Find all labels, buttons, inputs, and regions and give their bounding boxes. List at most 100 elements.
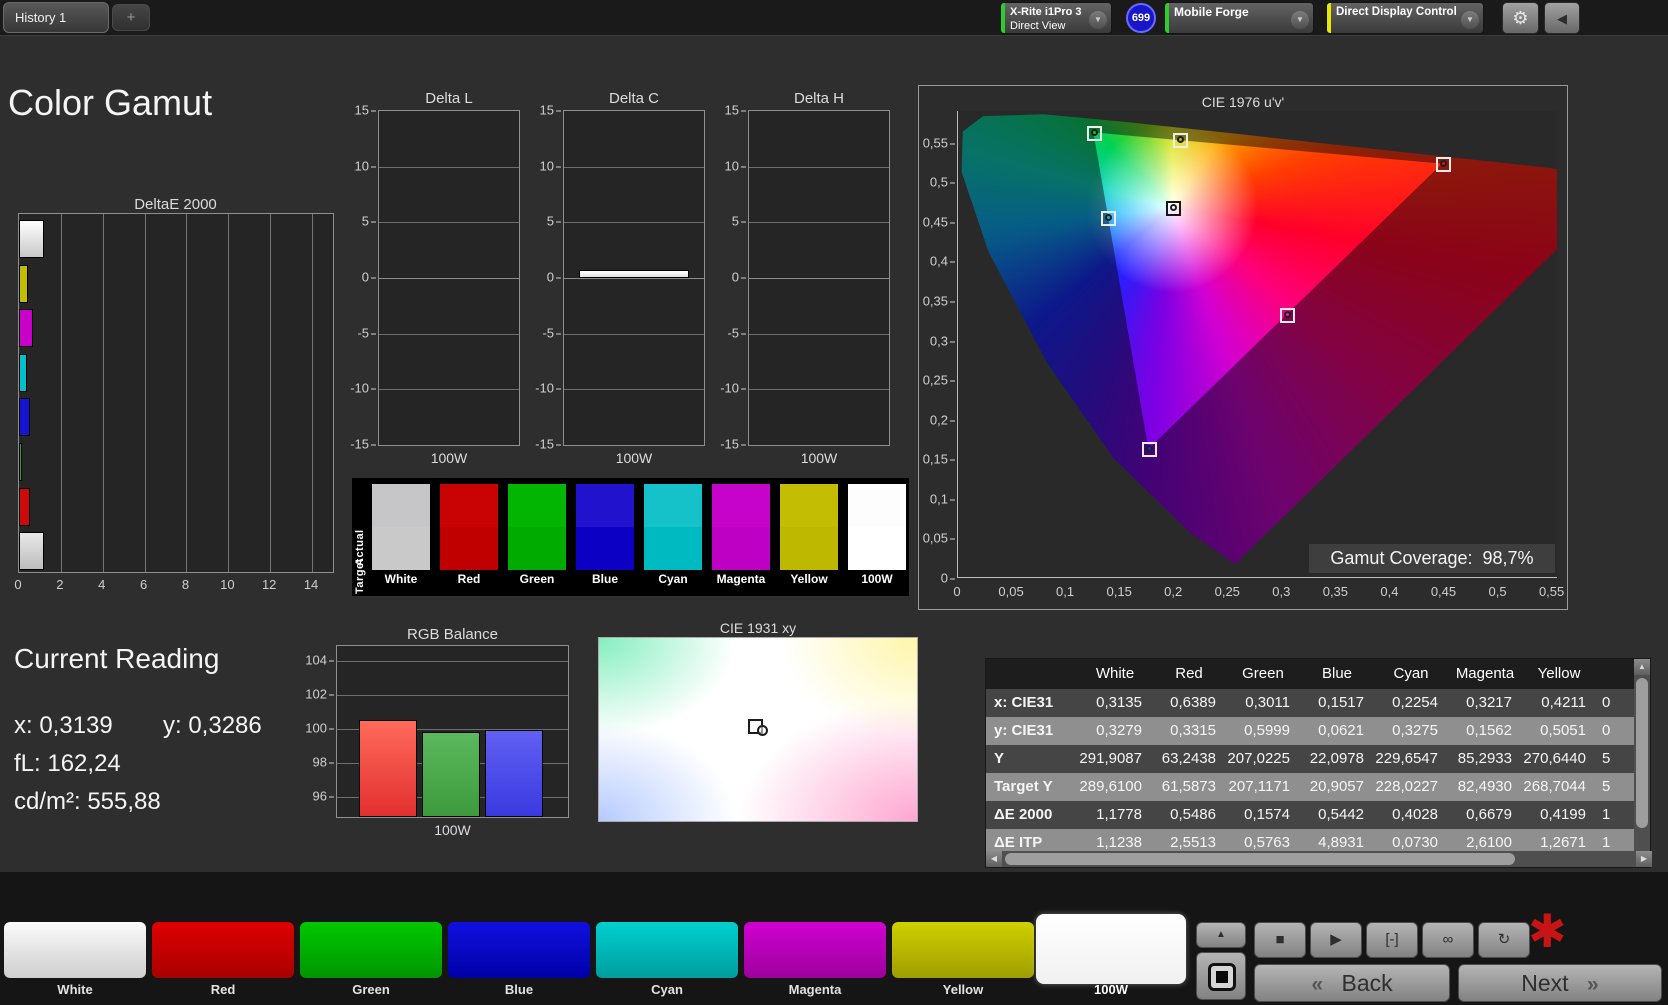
y-tick-label: 0,35	[921, 293, 955, 308]
collapse-panel-button[interactable]: ◀	[1544, 2, 1580, 34]
pattern-button-blue[interactable]	[448, 922, 590, 978]
table-horizontal-scrollbar[interactable]: ◀ ▶	[986, 851, 1652, 867]
table-row: ΔE 2000 1,1778 0,5486 0,1574 0,5442 0,4028 0,6…	[986, 801, 1636, 829]
play-button[interactable]: ▶	[1310, 922, 1362, 958]
delta-bar-100w	[579, 269, 689, 278]
meter-dropdown[interactable]: X-Rite i1Pro 3 Direct View ▼	[1000, 2, 1112, 34]
pattern-button-red[interactable]	[152, 922, 294, 978]
refresh-button[interactable]: ↻	[1478, 922, 1530, 958]
y-tick-label: 0,25	[921, 373, 955, 388]
x-tick-label: 0,45	[1430, 584, 1457, 599]
swatch-label: Red	[457, 572, 481, 586]
loop-button[interactable]: ∞	[1422, 922, 1474, 958]
y-tick-label: 102	[300, 687, 334, 702]
y-tick-label: 15	[527, 103, 561, 118]
back-button[interactable]: « Back	[1254, 964, 1450, 1002]
pattern-button-100w[interactable]	[1036, 914, 1186, 984]
y-tick-label: 100	[300, 720, 334, 735]
horizontal-scroll-thumb[interactable]	[1005, 853, 1515, 865]
workflow-dropdown[interactable]: Direct Display Control ▼	[1326, 2, 1484, 34]
pattern-button-green[interactable]	[300, 922, 442, 978]
pattern-button-white[interactable]	[4, 922, 146, 978]
table-vertical-scrollbar[interactable]: ▲	[1634, 659, 1650, 853]
gridline	[60, 214, 62, 572]
table-cell: 0,4028	[1392, 806, 1438, 823]
deltae-bar-white	[19, 220, 44, 258]
collapse-icon: ◀	[1557, 11, 1567, 26]
cie1931-point-circle	[756, 724, 768, 736]
column-header: Blue	[1321, 665, 1353, 682]
gridline	[564, 389, 704, 391]
table-cell: 207,0225	[1227, 750, 1290, 767]
gear-icon: ⚙	[1512, 8, 1529, 28]
table-cell: 0,1562	[1466, 722, 1512, 739]
stop-button[interactable]: ■	[1254, 922, 1306, 958]
step-button[interactable]: [-]	[1366, 922, 1418, 958]
scroll-up-button[interactable]: ▲	[1634, 659, 1650, 675]
table-row: x: CIE31 0,3135 0,6389 0,3011 0,1517 0,2254 0,…	[986, 689, 1636, 717]
y-tick-label: 0	[712, 270, 746, 285]
gridline	[228, 214, 230, 572]
pattern-button-cyan[interactable]	[596, 922, 738, 978]
pattern-button-magenta[interactable]	[744, 922, 886, 978]
table-cell: 20,9057	[1309, 778, 1364, 795]
delta-h-x-label: 100W	[800, 450, 838, 466]
y-tick-label: 0,15	[921, 452, 955, 467]
y-tick-label: 0,4	[921, 254, 955, 269]
cie-point-cyan	[1101, 210, 1117, 226]
rgb-bar-blue	[485, 729, 543, 817]
swatch-magenta	[712, 484, 770, 570]
table-cell: 270,6440	[1523, 750, 1586, 767]
scroll-left-button[interactable]: ◀	[986, 851, 1002, 867]
vertical-scroll-thumb[interactable]	[1636, 678, 1648, 828]
table-cell: 0,2254	[1392, 694, 1438, 711]
scroll-right-button[interactable]: ▶	[1636, 851, 1652, 867]
add-tab-button[interactable]: +	[112, 4, 150, 31]
y-tick-label: 104	[300, 653, 334, 668]
gridline	[564, 166, 704, 168]
swatch-actual	[644, 484, 702, 527]
alert-asterisk-icon: ✱	[1528, 905, 1567, 957]
x-tick-label: 10	[220, 577, 235, 592]
gridline	[102, 214, 104, 572]
source-dropdown[interactable]: Mobile Forge ▼	[1164, 2, 1314, 34]
table-row: y: CIE31 0,3279 0,3315 0,5999 0,0621 0,3275 0,…	[986, 717, 1636, 745]
y-tick-label: 0,3	[921, 333, 955, 348]
swatch-target	[576, 527, 634, 570]
rgb-bar-red	[359, 719, 417, 817]
swatch-red	[440, 484, 498, 570]
next-button[interactable]: Next »	[1458, 964, 1662, 1002]
current-reading-y: y: 0,3286	[163, 712, 262, 739]
back-chevrons-icon: «	[1311, 973, 1324, 996]
table-cell: 0,3217	[1466, 694, 1512, 711]
pattern-window-button[interactable]	[1196, 952, 1246, 1000]
gridline	[564, 333, 704, 335]
y-tick-label: 15	[712, 103, 746, 118]
y-tick-label: -15	[342, 437, 376, 452]
table-cell: 0,1574	[1244, 806, 1290, 823]
y-tick-label: 0,5	[921, 175, 955, 190]
swatch-target	[780, 527, 838, 570]
cie-point-magenta	[1279, 307, 1295, 323]
cie1976-y-axis: 0,55 0,5 0,45 0,4 0,35 0,3 0,25 0,2 0,15 0,1 0,05 0	[919, 111, 957, 585]
current-reading-title: Current Reading	[14, 643, 220, 674]
y-tick-label: 0,1	[921, 491, 955, 506]
cie-point-white	[1165, 200, 1181, 216]
tab-history-1[interactable]: History 1	[3, 2, 109, 33]
gridline	[749, 222, 889, 224]
cie-point-dot	[1090, 128, 1098, 136]
x-tick-label: 0,05	[998, 584, 1024, 599]
swatch-target	[848, 527, 906, 570]
pattern-up-button[interactable]: ▲	[1196, 922, 1246, 948]
table-cell: 0,3275	[1392, 722, 1438, 739]
y-tick-label: 5	[342, 214, 376, 229]
y-tick-label: 0	[921, 571, 955, 586]
table-cell: 63,2438	[1161, 750, 1216, 767]
pattern-button-yellow[interactable]	[892, 922, 1034, 978]
swatch-actual	[508, 484, 566, 527]
settings-button[interactable]: ⚙	[1502, 2, 1539, 34]
cie1976-panel: CIE 1976 u'v' 0,55 0,5 0,45 0,4 0,35 0,3 0,25 0…	[918, 85, 1568, 610]
x-tick-label: 0,4	[1380, 584, 1399, 599]
y-tick-label: -10	[712, 381, 746, 396]
chevron-down-icon: ▼	[1291, 11, 1309, 29]
